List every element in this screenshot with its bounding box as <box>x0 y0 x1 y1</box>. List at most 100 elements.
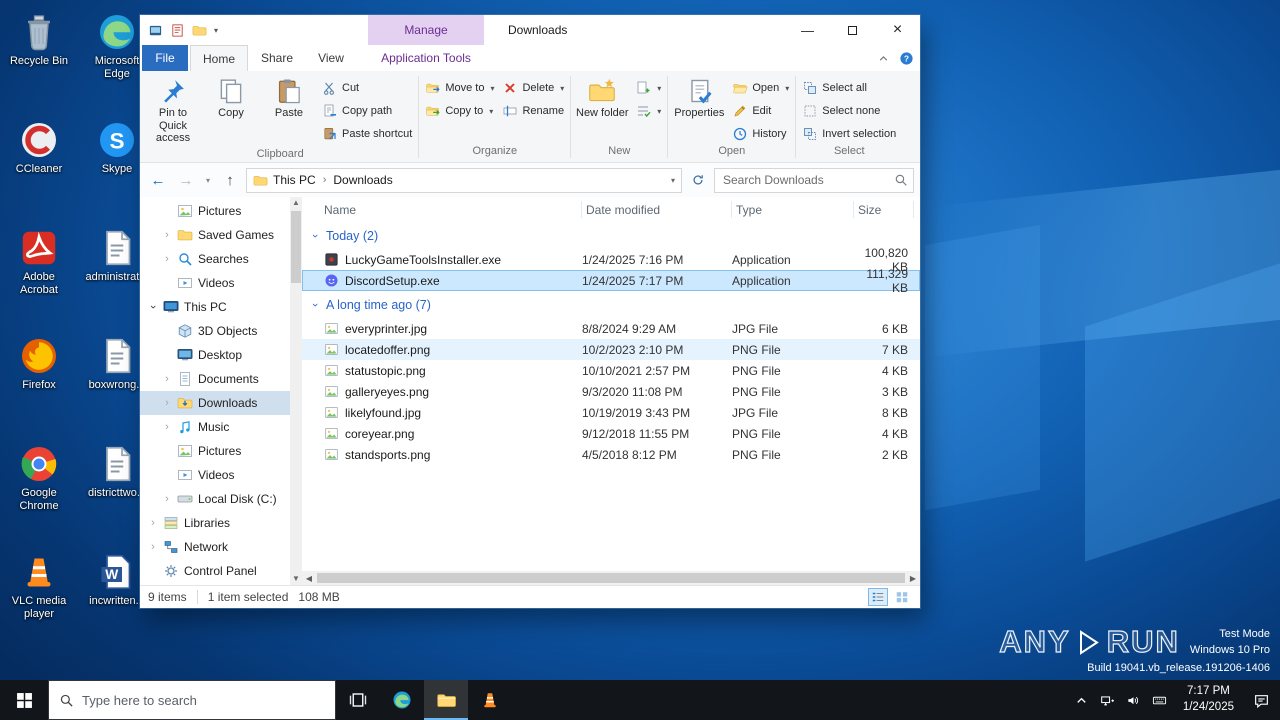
nav-item-this-pc[interactable]: › This PC <box>140 295 290 319</box>
expand-chevron-icon[interactable]: › <box>162 397 172 409</box>
taskbar-app-task-view[interactable] <box>336 680 380 720</box>
details-view-button[interactable] <box>868 588 888 606</box>
search-icon[interactable] <box>894 173 908 187</box>
taskbar-search-input[interactable] <box>82 692 325 708</box>
cut-button[interactable]: Cut <box>318 77 416 99</box>
tab-application-tools[interactable]: Application Tools <box>368 45 484 71</box>
desktop-icon-firefox[interactable]: Firefox <box>4 330 74 438</box>
column-header-type[interactable]: Type <box>732 201 854 218</box>
horizontal-scrollbar[interactable]: ◀ ▶ <box>302 571 920 585</box>
tab-file[interactable]: File <box>142 45 188 71</box>
nav-item-searches[interactable]: › Searches <box>140 247 290 271</box>
tab-share[interactable]: Share <box>250 45 304 71</box>
nav-item-music[interactable]: › Music <box>140 415 290 439</box>
expand-chevron-icon[interactable]: › <box>147 302 159 312</box>
nav-item-downloads[interactable]: › Downloads <box>140 391 290 415</box>
thumbnails-view-button[interactable] <box>892 588 912 606</box>
file-row-coreyear-png[interactable]: coreyear.png 9/12/2018 11:55 PM PNG File 4 … <box>302 423 920 444</box>
group-collapse-chevron-icon[interactable]: › <box>309 300 321 310</box>
file-row-everyprinter-jpg[interactable]: everyprinter.jpg 8/8/2024 9:29 AM JPG File… <box>302 318 920 339</box>
nav-item-videos[interactable]: Videos <box>140 463 290 487</box>
tab-view[interactable]: View <box>306 45 356 71</box>
easy-access-button[interactable]: ▾ <box>631 100 665 122</box>
forward-button[interactable]: → <box>174 168 198 192</box>
copy-button[interactable]: Copy <box>202 74 260 123</box>
properties-button[interactable]: Properties <box>670 74 728 123</box>
expand-chevron-icon[interactable]: › <box>148 541 158 553</box>
taskbar-app-file-explorer[interactable] <box>424 680 468 720</box>
file-row-luckygametoolsinstaller-exe[interactable]: LuckyGameToolsInstaller.exe 1/24/2025 7:1… <box>302 246 920 274</box>
scroll-right-icon[interactable]: ▶ <box>906 574 920 583</box>
back-button[interactable]: ← <box>146 168 170 192</box>
column-header-name[interactable]: Name <box>302 201 582 218</box>
nav-item-desktop[interactable]: Desktop <box>140 343 290 367</box>
nav-item-network[interactable]: › Network <box>140 535 290 559</box>
qat-properties-icon[interactable] <box>170 23 185 38</box>
taskbar-app-vlc[interactable] <box>468 680 512 720</box>
group-collapse-chevron-icon[interactable]: › <box>309 231 321 241</box>
file-row-standsports-png[interactable]: standsports.png 4/5/2018 8:12 PM PNG File 2… <box>302 444 920 465</box>
nav-item-documents[interactable]: › Documents <box>140 367 290 391</box>
nav-item-saved-games[interactable]: › Saved Games <box>140 223 290 247</box>
breadcrumb-this-pc[interactable]: This PC <box>273 173 316 187</box>
group-header-a-long-time-ago-7[interactable]: › A long time ago (7) <box>302 291 920 318</box>
move-to-button[interactable]: Move to ▾ <box>421 77 498 99</box>
desktop-icon-google-chrome[interactable]: Google Chrome <box>4 438 74 546</box>
file-row-locatedoffer-png[interactable]: locatedoffer.png 10/2/2023 2:10 PM PNG Fil… <box>302 339 920 360</box>
paste-shortcut-button[interactable]: Paste shortcut <box>318 123 416 145</box>
expand-chevron-icon[interactable]: › <box>162 421 172 433</box>
nav-item-local-disk-c[interactable]: › Local Disk (C:) <box>140 487 290 511</box>
start-button[interactable] <box>0 680 48 720</box>
taskbar-search[interactable] <box>48 680 336 720</box>
expand-chevron-icon[interactable]: › <box>162 493 172 505</box>
expand-chevron-icon[interactable]: › <box>148 517 158 529</box>
tab-home[interactable]: Home <box>190 45 248 71</box>
expand-chevron-icon[interactable]: › <box>162 229 172 241</box>
new-item-button[interactable]: ▾ <box>631 77 665 99</box>
pin-to-quick-access-button[interactable]: Pin to Quick access <box>144 74 202 148</box>
column-header-date-modified[interactable]: Date modified <box>582 201 732 218</box>
address-dropdown-chevron-icon[interactable]: ▾ <box>671 176 675 185</box>
network-tray-icon[interactable] <box>1100 693 1115 708</box>
up-button[interactable]: ↑ <box>218 168 242 192</box>
breadcrumb-downloads[interactable]: Downloads <box>333 173 392 187</box>
edit-button[interactable]: Edit <box>728 100 793 122</box>
qat-new-folder-icon[interactable] <box>192 23 207 38</box>
column-header-size[interactable]: Size <box>854 201 914 218</box>
maximize-button[interactable] <box>830 15 875 45</box>
open-button[interactable]: Open ▾ <box>728 77 793 99</box>
new-folder-button[interactable]: New folder <box>573 74 631 123</box>
search-input[interactable] <box>714 167 914 193</box>
address-input[interactable]: This PC › Downloads ▾ <box>246 167 682 193</box>
close-button[interactable]: × <box>875 15 920 45</box>
copy-path-button[interactable]: Copy path <box>318 100 416 122</box>
paste-button[interactable]: Paste <box>260 74 318 123</box>
select-none-button[interactable]: Select none <box>798 100 900 122</box>
collapse-ribbon-icon[interactable] <box>876 51 891 66</box>
group-header-today-2[interactable]: › Today (2) <box>302 222 920 249</box>
nav-item-pictures[interactable]: Pictures <box>140 439 290 463</box>
file-row-statustopic-png[interactable]: statustopic.png 10/10/2021 2:57 PM PNG Fil… <box>302 360 920 381</box>
desktop-icon-vlc-media-player[interactable]: VLC media player <box>4 546 74 654</box>
scroll-up-icon[interactable]: ▲ <box>290 197 302 209</box>
tray-chevron-icon[interactable] <box>1074 693 1089 708</box>
history-button[interactable]: History <box>728 123 793 145</box>
invert-selection-button[interactable]: Invert selection <box>798 123 900 145</box>
desktop-icon-ccleaner[interactable]: CCleaner <box>4 114 74 222</box>
navigation-scrollbar[interactable]: ▲ ▼ <box>290 197 302 585</box>
taskbar-app-edge[interactable] <box>380 680 424 720</box>
refresh-button[interactable] <box>686 168 710 192</box>
nav-item-libraries[interactable]: › Libraries <box>140 511 290 535</box>
taskbar-clock[interactable]: 7:17 PM 1/24/2025 <box>1175 684 1242 715</box>
keyboard-icon[interactable] <box>1152 693 1167 708</box>
delete-button[interactable]: Delete ▾ <box>498 77 568 99</box>
desktop-icon-recycle-bin[interactable]: Recycle Bin <box>4 6 74 114</box>
speaker-icon[interactable] <box>1126 693 1141 708</box>
scrollbar-thumb[interactable] <box>291 211 301 283</box>
expand-chevron-icon[interactable]: › <box>162 253 172 265</box>
scroll-left-icon[interactable]: ◀ <box>302 574 316 583</box>
nav-item-videos[interactable]: Videos <box>140 271 290 295</box>
rename-button[interactable]: Rename <box>498 100 568 122</box>
scroll-down-icon[interactable]: ▼ <box>290 573 302 585</box>
help-icon[interactable]: ? <box>899 51 914 66</box>
